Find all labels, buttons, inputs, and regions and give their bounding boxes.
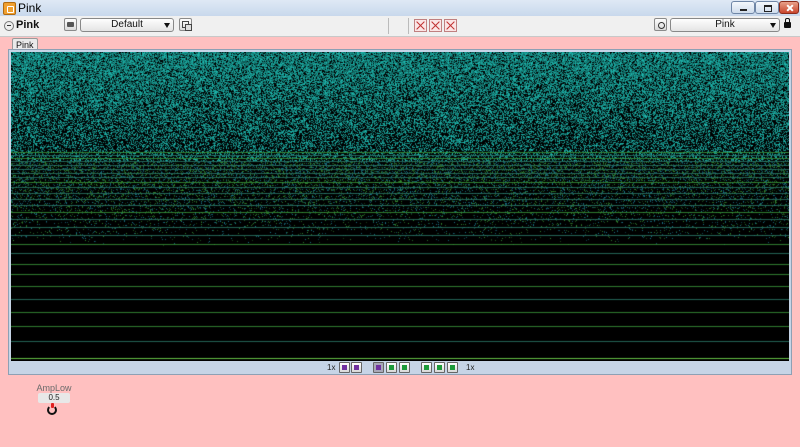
program-value: Pink <box>715 19 735 30</box>
minimize-button[interactable] <box>731 1 755 14</box>
toolbar-divider <box>388 18 389 34</box>
close-button[interactable] <box>779 1 799 14</box>
chevron-down-icon <box>770 23 776 28</box>
zoom-y-fit-button[interactable] <box>447 362 458 373</box>
zoom-x-out-button[interactable] <box>351 362 362 373</box>
toolbar-divider <box>408 18 409 34</box>
maximize-button[interactable] <box>755 1 779 14</box>
knob-value[interactable]: 0.5 <box>38 393 70 403</box>
lock-icon[interactable] <box>784 18 791 28</box>
window-title: Pink <box>18 1 42 15</box>
spectrogram-display[interactable] <box>11 52 789 361</box>
preset-value: Default <box>111 19 143 30</box>
program-dropdown[interactable]: Pink <box>670 18 780 32</box>
spectrogram-panel: 1x 1x <box>8 49 792 375</box>
knob-label: AmpLow <box>36 383 72 393</box>
preset-dropdown[interactable]: Default <box>80 18 174 32</box>
gear-icon[interactable] <box>654 18 667 31</box>
clear-icon[interactable] <box>414 19 427 32</box>
title-bar: Pink <box>0 0 800 17</box>
knob-indicator <box>51 403 54 408</box>
copy-icon[interactable] <box>179 18 192 31</box>
delete-icon[interactable] <box>444 19 457 32</box>
zoom-y-out-button[interactable] <box>434 362 445 373</box>
app-icon <box>3 2 16 15</box>
zoom-y-in-button[interactable] <box>421 362 432 373</box>
chevron-down-icon <box>164 23 170 28</box>
plugin-name: Pink <box>16 19 40 31</box>
display-mode-button[interactable] <box>373 362 384 373</box>
display-mode-button[interactable] <box>399 362 410 373</box>
grid-icon[interactable] <box>429 19 442 32</box>
zoom-x-label: 1x <box>327 363 336 372</box>
zoom-x-in-button[interactable] <box>339 362 350 373</box>
plugin-toolbar: Pink Default Pink <box>0 16 800 37</box>
zoom-y-label: 1x <box>466 363 475 372</box>
collapse-icon[interactable] <box>4 21 14 31</box>
camera-icon[interactable] <box>64 18 77 31</box>
view-controls: 1x 1x <box>9 362 791 374</box>
display-mode-button[interactable] <box>386 362 397 373</box>
